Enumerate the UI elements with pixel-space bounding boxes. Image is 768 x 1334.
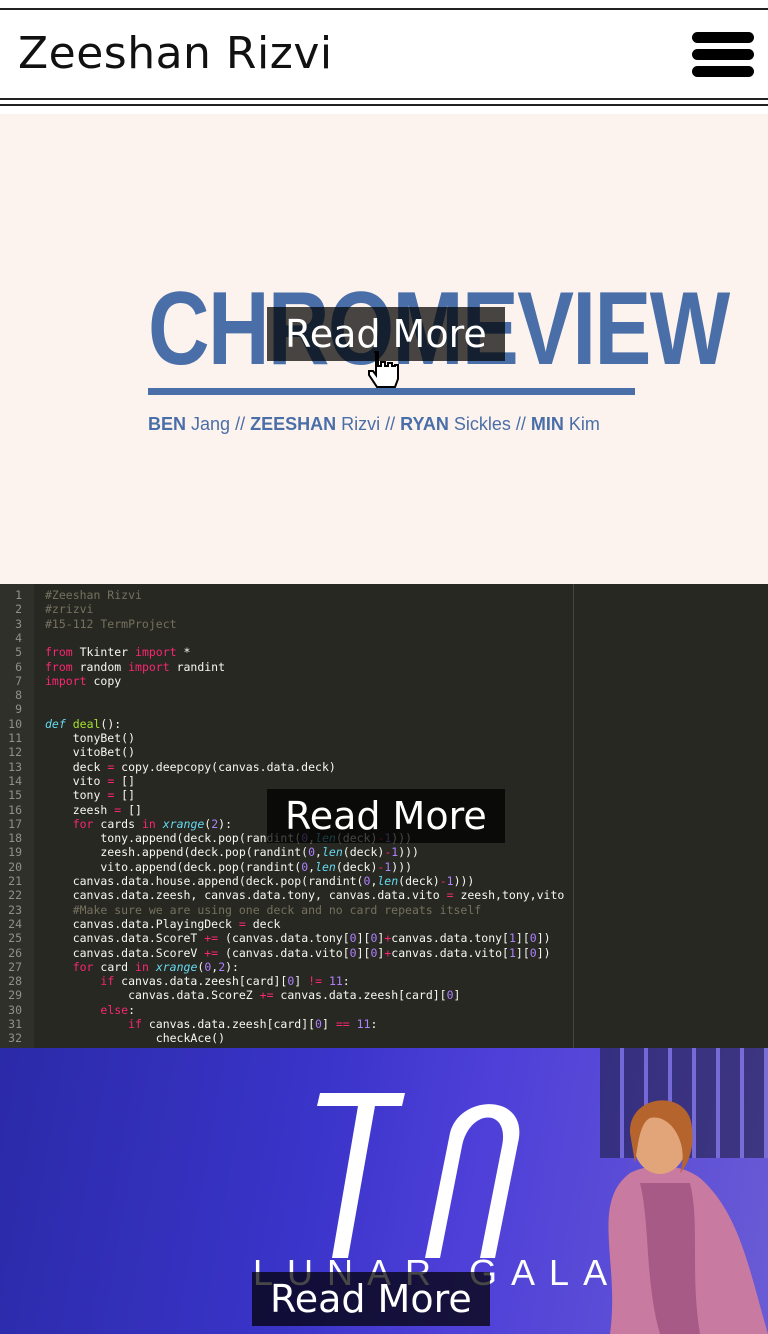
lunar-gala-logo-mark [317,1093,520,1258]
code-line: 22 canvas.data.zeesh, canvas.data.tony, … [8,888,565,903]
code-line: 24 canvas.data.PlayingDeck = deck [8,916,281,931]
code-line: 1 #Zeeshan Rizvi [15,588,142,602]
project-card-term-project[interactable]: 1 #Zeeshan Rizvi 2 #zrizvi 3 #15-112 TermProj… [0,584,768,1048]
code-line: 19 zeesh.append(deck.pop(randint(0,len(d… [8,845,419,860]
code-line: 28 if canvas.data.zeesh[card][0] != 11: [8,974,350,989]
code-line: 10 def deal(): [8,716,122,731]
code-line: 29 canvas.data.ScoreZ += canvas.data.zee… [8,988,461,1003]
code-line: 13 deck = copy.deepcopy(canvas.data.deck… [8,759,336,774]
read-more-button[interactable]: Read More [252,1272,490,1326]
code-line: 5 from Tkinter import * [15,645,191,660]
code-line: 31 if canvas.data.zeesh[card][0] == 11: [8,1017,378,1031]
code-line: 23 #Make sure we are using one deck and … [8,902,482,917]
code-line: 21 canvas.data.house.append(deck.pop(ran… [8,874,475,888]
code-line: 9 [15,702,22,717]
code-line: 6 from random import randint [15,659,226,674]
code-line: 17 for cards in xrange(2): [8,816,233,831]
model-figure-image [608,1100,768,1334]
site-title[interactable]: Zeeshan Rizvi [18,28,333,79]
code-line: 8 [15,688,22,703]
code-divider [573,584,574,1048]
hand-pointer-icon [368,351,399,388]
code-line: 20 vito.append(deck.pop(randint(0,len(de… [8,859,413,874]
chromeview-credits: BEN Jang // ZEESHAN Rizvi // RYAN Sickle… [148,414,600,434]
code-line: 14 vito = [] [8,773,136,788]
code-line: 11 tonyBet() [8,731,136,745]
code-line: 32 checkAce() [8,1031,226,1046]
header-divider [0,104,768,106]
code-line: 30 else: [8,1002,136,1017]
hamburger-icon[interactable] [692,32,754,78]
code-line: 7 import copy [15,673,122,688]
code-line: 15 tony = [] [8,788,136,803]
code-line: 2 #zrizvi [15,602,94,617]
code-line: 4 [15,630,22,645]
read-more-button[interactable]: Read More [267,789,505,843]
code-line: 3 #15-112 TermProject [15,616,177,631]
code-line: 27 for card in xrange(0,2): [8,959,239,974]
code-line: 12 vitoBet() [8,745,136,760]
project-card-lunar-gala[interactable]: LUNAR GALA Read More [0,1048,768,1334]
code-line: 16 zeesh = [] [8,802,142,817]
project-card-chromeview[interactable]: CHROMEVIEW BEN Jang // ZEESHAN Rizvi // … [0,114,768,584]
code-line: 25 canvas.data.ScoreT += (canvas.data.to… [8,931,551,946]
site-header: Zeeshan Rizvi [0,8,768,100]
code-line: 26 canvas.data.ScoreV += (canvas.data.vi… [8,945,551,960]
